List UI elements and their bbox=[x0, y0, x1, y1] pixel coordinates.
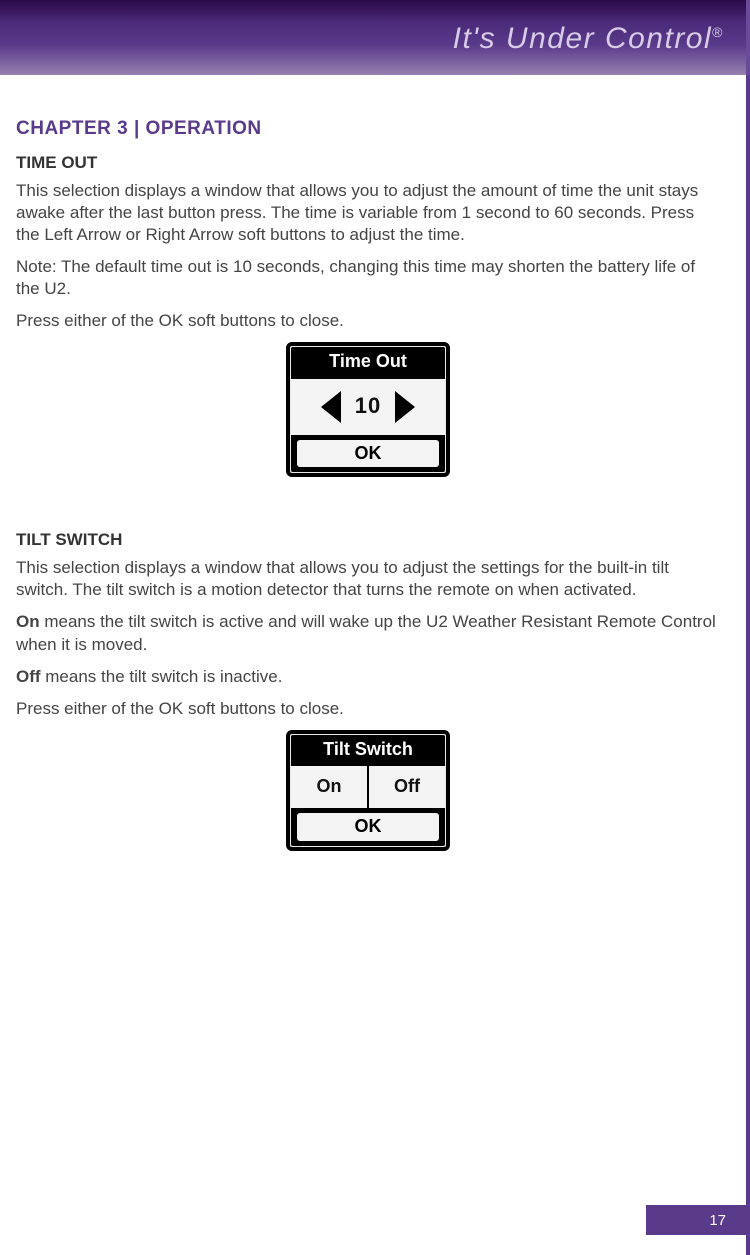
timeout-lcd: Time Out 10 OK bbox=[286, 342, 450, 477]
content-area: CHAPTER 3 | OPERATION TIME OUT This sele… bbox=[0, 75, 750, 851]
timeout-lcd-wrap: Time Out 10 OK bbox=[16, 342, 720, 477]
tilt-para-1: This selection displays a window that al… bbox=[16, 557, 720, 601]
tilt-lcd: Tilt Switch On Off OK bbox=[286, 730, 450, 851]
tilt-para-on: On means the tilt switch is active and w… bbox=[16, 611, 720, 655]
tilt-lcd-title: Tilt Switch bbox=[291, 735, 445, 766]
timeout-lcd-mid: 10 bbox=[291, 379, 445, 435]
document-page: It's Under Control® CHAPTER 3 | OPERATIO… bbox=[0, 0, 750, 1255]
tilt-off-button[interactable]: Off bbox=[367, 766, 445, 808]
page-header: It's Under Control® bbox=[0, 0, 750, 75]
timeout-heading: TIME OUT bbox=[16, 152, 720, 174]
tilt-para-4: Press either of the OK soft buttons to c… bbox=[16, 698, 720, 720]
tilt-on-text: means the tilt switch is active and will… bbox=[16, 612, 716, 653]
timeout-para-1: This selection displays a window that al… bbox=[16, 180, 720, 246]
tagline-text: It's Under Control bbox=[453, 22, 713, 55]
timeout-para-2: Note: The default time out is 10 seconds… bbox=[16, 256, 720, 300]
tilt-para-off: Off means the tilt switch is inactive. bbox=[16, 666, 720, 688]
section-gap bbox=[16, 485, 720, 525]
page-number: 17 bbox=[646, 1205, 746, 1235]
right-arrow-icon[interactable] bbox=[395, 391, 415, 423]
timeout-ok-row: OK bbox=[291, 435, 445, 472]
tilt-on-button[interactable]: On bbox=[291, 766, 367, 808]
tagline: It's Under Control® bbox=[453, 22, 724, 56]
timeout-para-3: Press either of the OK soft buttons to c… bbox=[16, 310, 720, 332]
timeout-lcd-inner: Time Out 10 OK bbox=[291, 347, 445, 472]
registered-symbol: ® bbox=[712, 24, 724, 40]
tilt-lcd-inner: Tilt Switch On Off OK bbox=[291, 735, 445, 846]
tilt-lcd-wrap: Tilt Switch On Off OK bbox=[16, 730, 720, 851]
tilt-on-bold: On bbox=[16, 612, 40, 631]
right-edge-stripe bbox=[746, 75, 750, 1255]
tilt-lcd-onoff-row: On Off bbox=[291, 766, 445, 808]
left-arrow-icon[interactable] bbox=[321, 391, 341, 423]
timeout-ok-button[interactable]: OK bbox=[297, 440, 439, 467]
chapter-heading: CHAPTER 3 | OPERATION bbox=[16, 117, 720, 142]
tilt-off-bold: Off bbox=[16, 667, 41, 686]
tilt-off-text: means the tilt switch is inactive. bbox=[41, 667, 283, 686]
tilt-ok-button[interactable]: OK bbox=[297, 813, 439, 840]
tilt-ok-row: OK bbox=[291, 808, 445, 845]
timeout-lcd-title: Time Out bbox=[291, 347, 445, 378]
timeout-lcd-value: 10 bbox=[355, 392, 381, 421]
tilt-heading: TILT SWITCH bbox=[16, 529, 720, 551]
